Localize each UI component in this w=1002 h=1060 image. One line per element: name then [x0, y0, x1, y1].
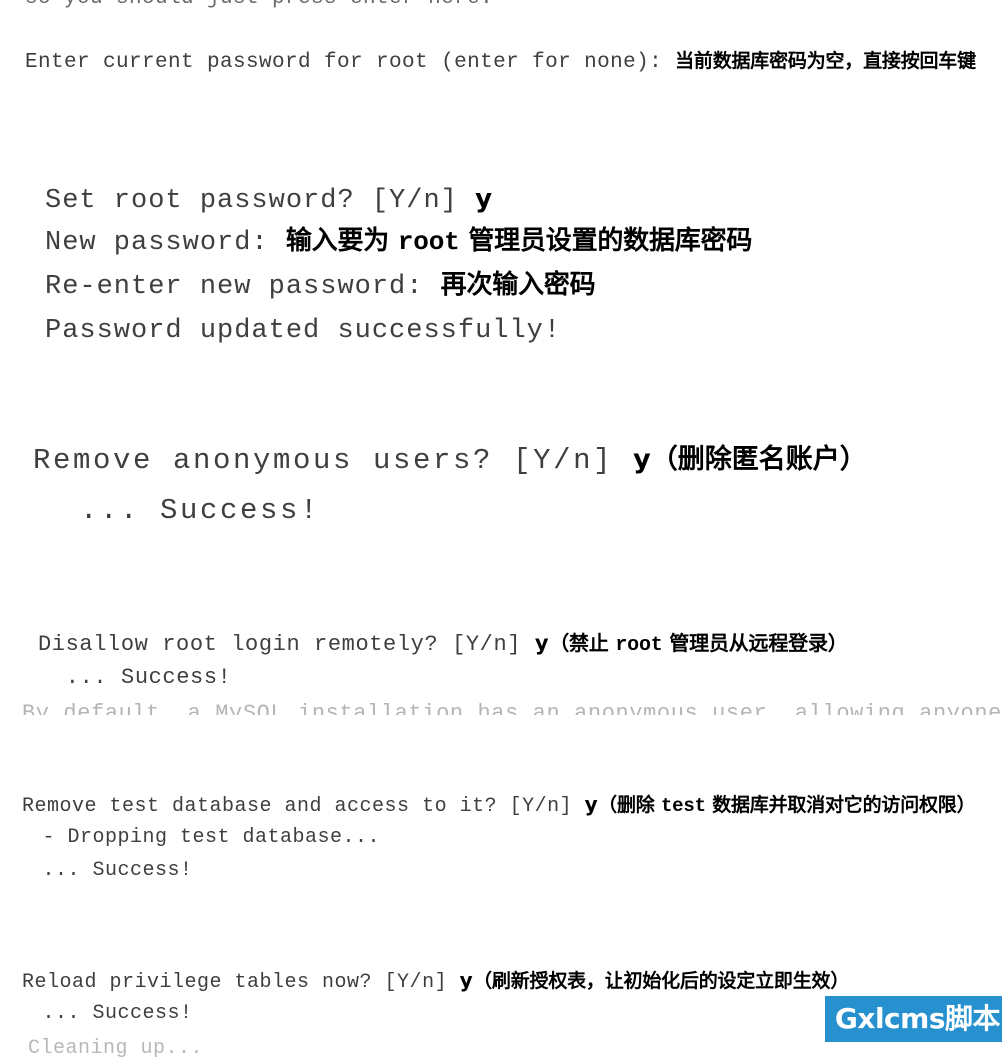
terminal-line: Reload privilege tables now? [Y/n] y（刷新授… — [22, 970, 849, 993]
annotation-keyword: root — [615, 634, 663, 657]
terminal-line: Password updated successfully! — [45, 318, 561, 345]
terminal-prompt-text: ... Success! — [30, 859, 193, 882]
terminal-line: Remove anonymous users? [Y/n] y（删除匿名账户） — [33, 446, 867, 475]
clipped-text-line: · · — [440, 605, 716, 609]
terminal-prompt-text: ... Success! — [30, 1002, 193, 1025]
chinese-annotation: 再次输入密码 — [440, 270, 596, 300]
clipped-text-line: ............ ...... ..... ... — [48, 150, 547, 154]
terminal-line: ... Success! — [30, 1004, 193, 1024]
terminal-block-remove-test-database: Remove test database and access to it? [… — [0, 788, 1002, 888]
typed-answer: y — [534, 631, 550, 655]
terminal-prompt-text: Set root password? [Y/n] — [45, 186, 476, 216]
terminal-block-enter-current-password: so you should just press enter here. Ent… — [0, 0, 1002, 96]
typed-answer: y — [459, 968, 474, 992]
clipped-text-line: so you should just press enter here. — [25, 0, 493, 9]
terminal-prompt-text: Password updated successfully! — [45, 316, 562, 346]
typed-answer: y — [475, 184, 494, 214]
annotation-suffix: 数据库并取消对它的访问权限） — [705, 794, 976, 816]
chinese-annotation: 输入要为 root 管理员设置的数据库密码 — [285, 226, 753, 257]
terminal-line: Disallow root login remotely? [Y/n] y（禁止… — [38, 633, 848, 656]
terminal-line: ... Success! — [52, 667, 231, 689]
chinese-annotation: （禁止 root 管理员从远程登录） — [549, 631, 848, 657]
terminal-prompt-text: ... Success! — [60, 494, 321, 527]
annotation-suffix: 管理员从远程登录） — [662, 631, 848, 655]
terminal-line: - Dropping test database... — [30, 828, 380, 848]
terminal-line: ... Success! — [60, 496, 320, 525]
typed-answer: y — [633, 444, 651, 475]
terminal-block-set-root-password: ............ ...... ..... ... Set root p… — [0, 150, 1002, 365]
chinese-annotation: （删除 test 数据库并取消对它的访问权限） — [598, 794, 975, 816]
annotation-keyword: test — [660, 795, 706, 817]
annotation-prefix: 输入要为 — [285, 226, 398, 256]
annotation-prefix: （禁止 — [549, 631, 616, 655]
annotation-prefix: （删除 — [598, 794, 661, 816]
terminal-prompt-text: Remove anonymous users? [Y/n] — [33, 444, 634, 477]
terminal-prompt-text: - Dropping test database... — [30, 826, 381, 849]
clipped-text-line: By default, a MySQL installation has an … — [22, 701, 1002, 716]
clipped-text-line: Cleaning up... — [28, 1037, 204, 1060]
terminal-prompt-text: Enter current password for root (enter f… — [25, 51, 676, 74]
terminal-block-disallow-root-login-remotely: · · Disallow root login remotely? [Y/n] … — [0, 605, 1002, 715]
terminal-line: New password: 输入要为 root 管理员设置的数据库密码 — [45, 228, 752, 257]
terminal-prompt-text: Re-enter new password: — [45, 272, 441, 302]
terminal-line: Set root password? [Y/n] y — [45, 186, 493, 215]
terminal-line: Enter current password for root (enter f… — [25, 50, 976, 74]
chinese-annotation: （删除匿名账户） — [650, 444, 867, 475]
terminal-line: Re-enter new password: 再次输入密码 — [45, 270, 596, 302]
chinese-annotation: 当前数据库密码为空，直接按回车键 — [675, 50, 976, 72]
terminal-block-remove-anonymous-users: Remove anonymous users? [Y/n] y（删除匿名账户） … — [0, 430, 1002, 545]
watermark-badge: Gxlcms脚本 — [824, 996, 1002, 1042]
screenshot-page: so you should just press enter here. Ent… — [0, 0, 1002, 1060]
terminal-line: Remove test database and access to it? [… — [22, 792, 976, 818]
annotation-suffix: 管理员设置的数据库密码 — [459, 226, 753, 256]
terminal-prompt-text: Remove test database and access to it? [… — [22, 795, 585, 818]
chinese-annotation: （刷新授权表，让初始化后的设定立即生效） — [473, 970, 850, 992]
annotation-keyword: root — [397, 227, 460, 257]
terminal-line: ... Success! — [30, 861, 193, 881]
terminal-prompt-text: New password: — [45, 228, 286, 258]
terminal-prompt-text: Reload privilege tables now? [Y/n] — [22, 971, 460, 994]
terminal-prompt-text: ... Success! — [52, 665, 232, 690]
terminal-prompt-text: Disallow root login remotely? [Y/n] — [38, 632, 535, 657]
typed-answer: y — [584, 792, 599, 816]
